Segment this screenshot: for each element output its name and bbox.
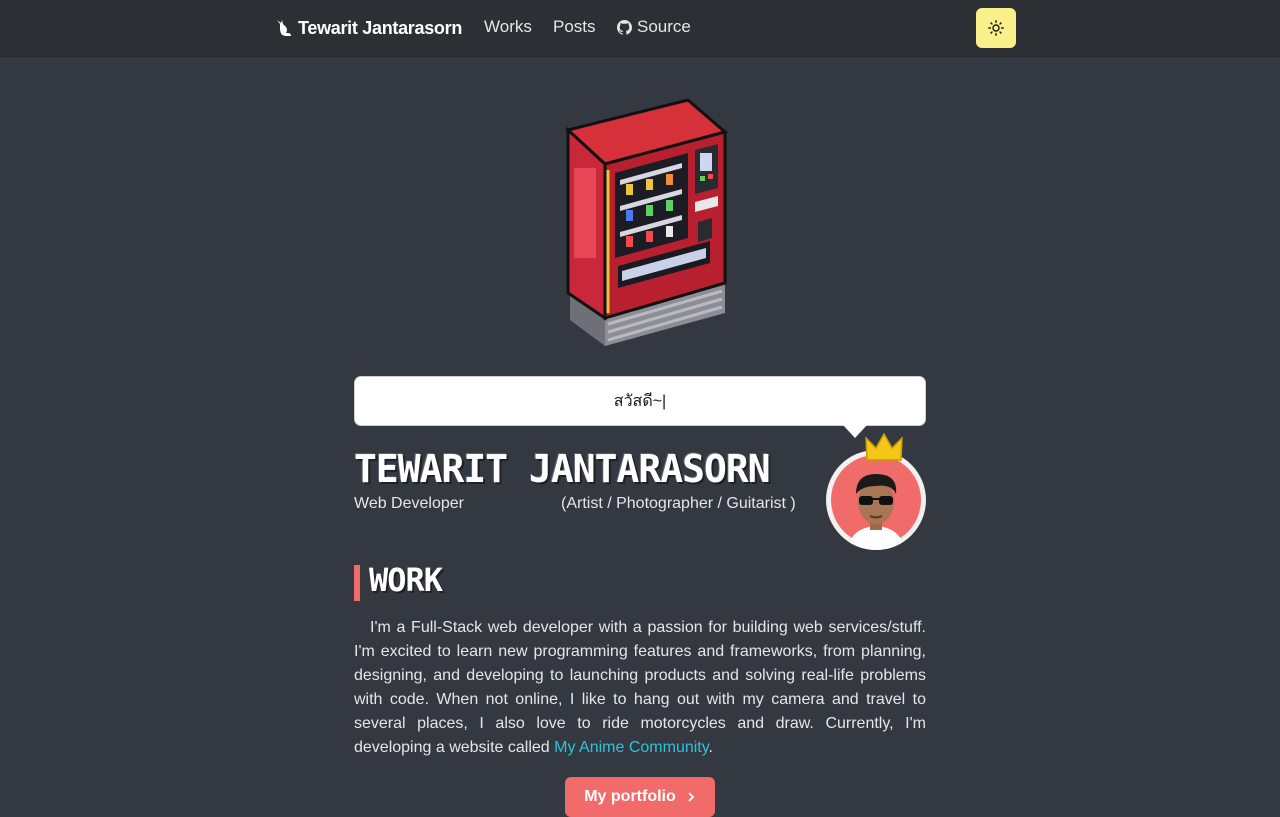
portfolio-button-label: My portfolio: [584, 788, 676, 805]
work-bio: I'm a Full-Stack web developer with a pa…: [354, 616, 926, 760]
nav-works-link[interactable]: Works: [484, 17, 532, 37]
chevron-right-icon: [688, 792, 695, 802]
brand-name: Tewarit Jantarasorn: [298, 17, 463, 38]
avatar-portrait-icon: [828, 452, 924, 550]
brand-link[interactable]: Tewarit Jantarasorn: [274, 16, 462, 40]
avatar: [826, 450, 926, 550]
hero-role-extra: (Artist / Photographer / Guitarist ): [561, 495, 796, 512]
avatar-container: [826, 430, 926, 552]
hero-name: TEWARIT JANTARASORN: [354, 447, 771, 491]
sun-icon: [988, 20, 1004, 36]
bio-end: .: [708, 739, 713, 756]
theme-toggle-button[interactable]: [976, 8, 1016, 48]
bio-text: I'm a Full-Stack web developer with a pa…: [354, 619, 926, 756]
github-icon: [617, 19, 632, 35]
vending-machine-illustration: [564, 98, 729, 346]
greeting-bubble: สวัสดี~|: [354, 376, 926, 426]
hero-role: Web Developer: [354, 495, 464, 512]
top-navbar: Tewarit Jantarasorn Works Posts Source: [0, 0, 1280, 56]
work-section-accent: [354, 565, 360, 601]
my-anime-community-link[interactable]: My Anime Community: [554, 739, 708, 756]
nav-posts-link[interactable]: Posts: [553, 17, 596, 37]
nav-source-label: Source: [637, 17, 691, 36]
cat-icon: [277, 20, 291, 36]
work-section-title: WORK: [369, 561, 443, 599]
crown-icon: [865, 432, 903, 461]
nav-source-link[interactable]: Source: [617, 17, 691, 37]
my-portfolio-button[interactable]: My portfolio: [565, 777, 715, 817]
greeting-text: สวัสดี~|: [613, 392, 667, 410]
